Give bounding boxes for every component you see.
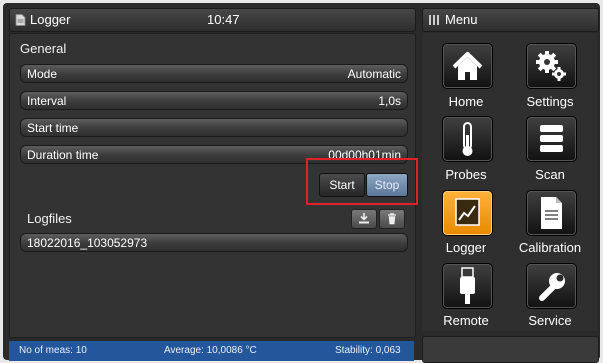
interval-value: 1,0s xyxy=(378,94,401,108)
interval-field[interactable]: Interval 1,0s xyxy=(20,91,408,110)
meas-count: No of meas: 10 xyxy=(19,345,87,356)
menu-probes-button[interactable] xyxy=(442,116,493,162)
trash-icon xyxy=(388,213,396,225)
logfile-item[interactable]: 18022016_103052973 xyxy=(20,233,408,252)
document-icon xyxy=(15,14,26,26)
menu-settings-button[interactable] xyxy=(526,43,577,89)
gears-icon xyxy=(536,51,566,81)
grid-icon xyxy=(429,15,439,25)
usb-plug-icon xyxy=(460,267,475,304)
status-bar: No of meas: 10 Average: 10,0086 °C Stabi… xyxy=(9,341,414,361)
start-time-label: Start time xyxy=(27,121,79,135)
menu-calibration-label: Calibration xyxy=(518,240,582,255)
general-heading: General xyxy=(20,41,67,56)
menu-remote-button[interactable] xyxy=(442,263,493,309)
status-right-panel xyxy=(422,336,599,363)
stack-icon xyxy=(540,125,563,152)
start-stop-highlight xyxy=(306,158,418,205)
mode-label: Mode xyxy=(27,67,58,81)
stability-value: Stability: 0,063 xyxy=(335,345,401,356)
clock: 10:47 xyxy=(207,12,240,27)
logfile-name: 18022016_103052973 xyxy=(27,236,148,250)
menu-titlebar: Menu xyxy=(422,8,599,32)
menu-remote-label: Remote xyxy=(443,313,489,328)
window-title: Logger xyxy=(30,12,71,27)
start-time-field[interactable]: Start time xyxy=(20,118,408,137)
menu-settings-label: Settings xyxy=(526,94,574,109)
menu-logger-label: Logger xyxy=(445,240,487,255)
duration-time-label: Duration time xyxy=(27,148,99,162)
mode-field[interactable]: Mode Automatic xyxy=(20,64,408,83)
menu-logger-button[interactable] xyxy=(442,190,493,236)
logger-titlebar: Logger 10:47 xyxy=(9,8,416,32)
menu-title: Menu xyxy=(445,12,478,27)
menu-service-button[interactable] xyxy=(526,263,577,309)
thermometer-icon xyxy=(462,122,473,156)
menu-home-label: Home xyxy=(448,94,484,109)
interval-label: Interval xyxy=(27,94,67,108)
menu-scan-button[interactable] xyxy=(526,116,577,162)
menu-scan-label: Scan xyxy=(535,167,565,182)
average-value: Average: 10,0086 °C xyxy=(164,345,257,356)
logfiles-heading: Logfiles xyxy=(27,211,72,226)
export-logfile-button[interactable] xyxy=(351,209,377,229)
menu-service-label: Service xyxy=(528,313,572,328)
menu-probes-label: Probes xyxy=(445,167,487,182)
wrench-icon xyxy=(539,273,565,301)
logger-chart-icon xyxy=(455,198,480,226)
calibration-document-icon xyxy=(541,197,562,229)
download-icon xyxy=(359,213,369,224)
menu-calibration-button[interactable] xyxy=(526,190,577,236)
menu-home-button[interactable] xyxy=(442,43,493,89)
delete-logfile-button[interactable] xyxy=(379,209,405,229)
house-icon xyxy=(452,52,483,80)
mode-value: Automatic xyxy=(347,67,401,81)
